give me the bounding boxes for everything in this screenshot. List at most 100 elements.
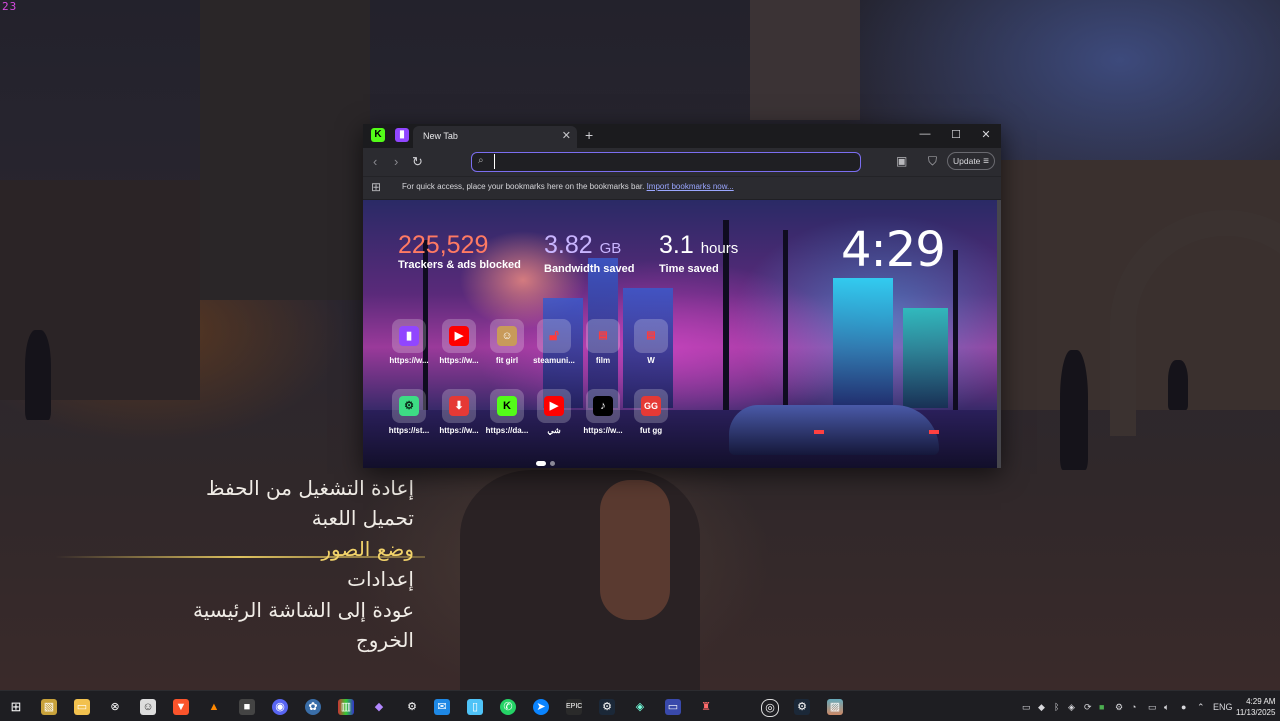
forward-icon[interactable]: › [394,154,398,169]
xbox-icon[interactable]: ⊗ [107,699,123,715]
epic-icon[interactable]: EPIC [566,699,582,715]
photo-icon[interactable]: ▧ [41,699,57,715]
back-icon[interactable]: ‹ [373,154,377,169]
top-site-tile[interactable]: ⚙ https://st... [386,389,432,435]
close-window-icon[interactable]: ✕ [977,128,995,141]
youtube-icon: ▶ [449,326,469,346]
taskbar-clock[interactable]: 4:29 AM 11/13/2025 [1236,696,1275,718]
new-tab-button[interactable]: + [585,127,593,143]
new-tab-page: 225,529 Trackers & ads blocked 3.82 GB B… [363,200,997,468]
menu-item-load-game[interactable]: تحميل اللعبة [200,503,414,534]
menu-item-settings[interactable]: إعدادات [200,564,414,595]
tray-vpn-icon[interactable]: ◈ [1068,702,1075,713]
stat-bandwidth: 3.82 GB Bandwidth saved [544,232,634,275]
apps-grid-icon[interactable]: ⊞ [371,180,381,194]
browser-icon[interactable]: ➤ [533,699,549,715]
menu-item-restart-from-save[interactable]: إعادة التشغيل من الحفظ [200,473,414,504]
city-building [903,308,948,408]
top-site-tile[interactable]: ⬇ https://w... [436,389,482,435]
top-site-tile[interactable]: K https://da... [484,389,530,435]
fps-counter: 23 [2,0,18,13]
top-site-label: شي [547,426,561,435]
clock: 4:29 [841,222,946,278]
twitch-icon[interactable]: ▮ [395,128,409,142]
vlc-icon[interactable]: ▲ [206,699,222,715]
menu-item-main-menu[interactable]: عودة إلى الشاشة الرئيسية [193,595,414,626]
sidebar-icon[interactable]: ▣ [896,154,907,168]
page-dot[interactable] [550,461,555,466]
reload-icon[interactable]: ↻ [412,154,423,170]
tray-update-icon[interactable]: ⟳ [1084,702,1092,713]
taskbar: ⊞ ▧ ▭ ⊗ ☺ ▼ ▲ ■ ◉ ✿ ▥ ◆ ⚙ ✉ ▯ ✆ ➤ EPIC ⚙… [0,690,1280,721]
top-site-label: https://w... [439,426,479,435]
tray-monitor-icon[interactable]: ▭ [1022,702,1031,713]
tray-app-icon[interactable]: ◆ [1038,702,1045,713]
time-saved-label: Time saved [659,263,719,275]
bookmarks-hint: For quick access, place your bookmarks h… [402,182,734,191]
winrar-icon[interactable]: ▥ [338,699,354,715]
steam-icon[interactable]: ⚙ [599,699,615,715]
ea-icon[interactable]: ✿ [305,699,321,715]
top-site-tile[interactable]: ▤ W [628,319,674,365]
windows-icon[interactable]: ⊞ [8,699,24,715]
tray-nvidia-icon[interactable]: ■ [1099,702,1104,712]
tab-new-tab[interactable]: New Tab ✕ [413,126,577,148]
top-site-tile[interactable]: ▶ https://w... [436,319,482,365]
steam2-icon[interactable]: ⚙ [794,699,810,715]
page-dot-active[interactable] [536,461,546,466]
kick-icon[interactable]: K [371,128,385,142]
vpn-icon[interactable]: ◈ [632,699,648,715]
whatsapp-icon[interactable]: ✆ [500,699,516,715]
top-site-label: https://st... [388,426,430,435]
minimize-icon[interactable]: — [916,128,934,140]
tray-clock-icon[interactable]: ◔ [1131,702,1136,712]
notepad-icon[interactable]: ▯ [467,699,483,715]
import-bookmarks-link[interactable]: Import bookmarks now... [647,182,734,191]
steam-small-icon[interactable]: ⚙ [404,699,420,715]
shield-icon[interactable]: ⛉ [928,154,937,169]
bluetooth-icon[interactable]: ᛒ [1054,702,1059,712]
game-icon[interactable]: ♜ [698,699,714,715]
photo2-icon[interactable]: ▨ [827,699,843,715]
address-bar[interactable]: ⌕ [471,152,861,172]
volume-icon[interactable]: 🔈︎ [1164,702,1169,713]
language-indicator[interactable]: ENG [1213,702,1233,712]
address-input[interactable] [494,154,845,169]
search-icon: ⌕ [478,155,484,166]
scrollbar[interactable] [997,200,1001,468]
tray-steam-icon[interactable]: ⚙ [1115,702,1123,713]
top-site-tile[interactable]: ▮ https://w... [386,319,432,365]
network-icon[interactable]: ▭ [1148,702,1157,713]
tray-chevron-icon[interactable]: ⌃ [1197,702,1205,713]
top-site-tile[interactable]: ▤ film [580,319,626,365]
file-explorer-icon[interactable]: ▭ [74,699,90,715]
brave-icon[interactable]: ▼ [173,699,189,715]
roblox-icon[interactable]: ■ [239,699,255,715]
microphone-icon[interactable]: ● [1181,702,1186,712]
menu-item-exit[interactable]: الخروج [200,625,414,656]
top-site-label: W [647,356,655,365]
maximize-icon[interactable]: ☐ [947,128,965,141]
top-site-label: film [595,356,611,365]
monitor-icon[interactable]: ▭ [665,699,681,715]
top-site-tile[interactable]: 🔓︎ steamuni... [531,319,577,365]
top-site-tile[interactable]: GG fut gg [628,389,674,435]
top-site-label: fit girl [495,356,519,365]
top-site-tile[interactable]: ▶ شي [531,389,577,435]
unlock-icon: 🔓︎ [549,327,559,344]
update-button[interactable]: Update ≡ [947,152,995,170]
blank-icon[interactable] [731,699,747,715]
gamepad-icon[interactable]: ◆ [371,699,387,715]
pause-menu: ة إعادة التشغيل من الحفظ تحميل اللعبة وض… [193,442,414,656]
browser-window: K ▮ New Tab ✕ + — ☐ ✕ ‹ › ↻ ⌕ ▣ ⛉ Update… [363,124,1001,468]
mail-icon[interactable]: ✉ [434,699,450,715]
obs-icon[interactable]: ◎ [761,699,779,717]
top-site-tile[interactable]: ♪ https://w... [580,389,626,435]
top-site-tile[interactable]: ☺ fit girl [484,319,530,365]
close-icon[interactable]: ✕ [562,129,571,142]
finder-icon[interactable]: ☺ [140,699,156,715]
tab-title: New Tab [423,131,458,141]
top-site-label: steamuni... [533,356,575,365]
discord-icon[interactable]: ◉ [272,699,288,715]
menu-item-photo-mode[interactable]: وضع الصور [200,534,414,565]
